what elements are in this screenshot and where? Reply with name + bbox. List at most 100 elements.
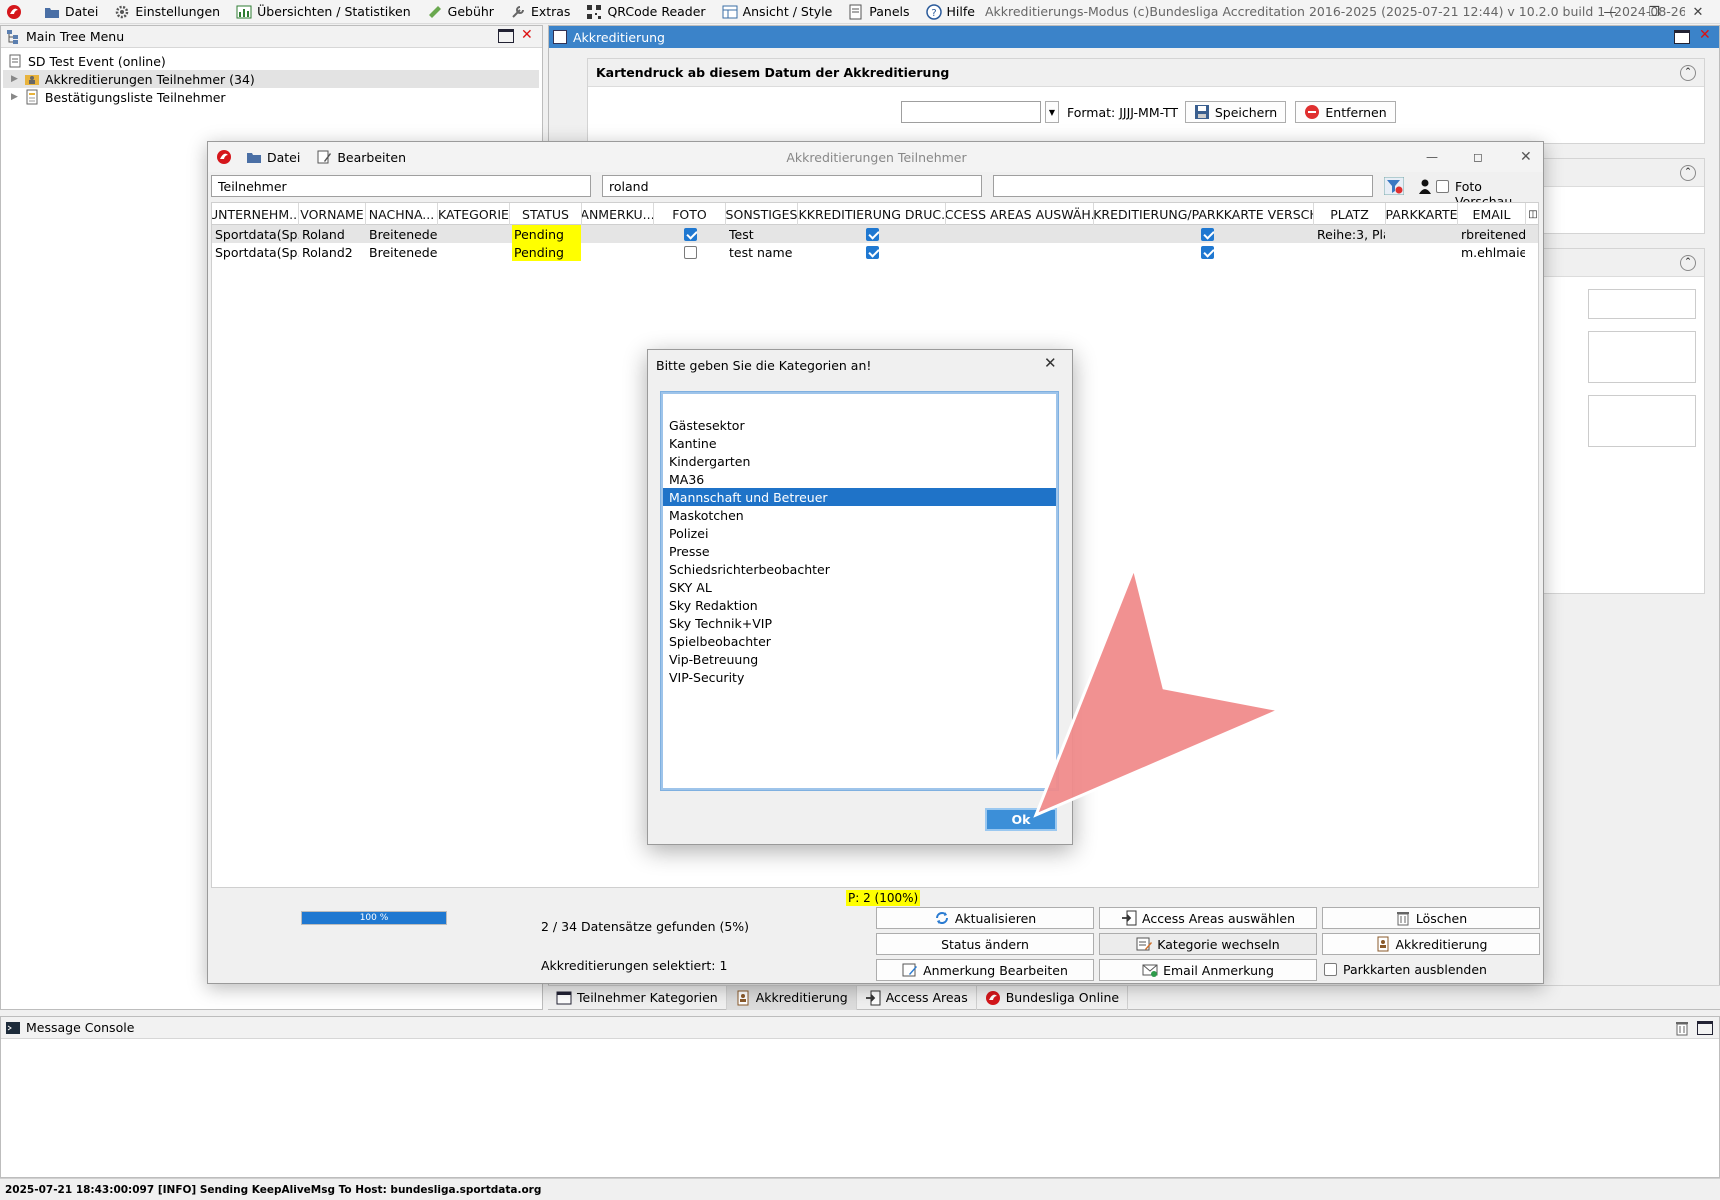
refresh-button[interactable]: Aktualisieren — [876, 907, 1094, 929]
save-button[interactable]: Speichern — [1185, 101, 1287, 123]
menu-uebersichten[interactable]: Übersichten / Statistiken — [228, 0, 419, 24]
category-list-item[interactable]: Gästesektor — [663, 416, 1056, 434]
filter-field-2[interactable]: roland — [602, 175, 982, 197]
collapse-icon[interactable]: ⌃ — [1680, 64, 1696, 81]
category-list-item[interactable]: MA36 — [663, 470, 1056, 488]
tab-akkreditierung[interactable]: Akkreditierung — [726, 985, 857, 1010]
category-list-item[interactable]: SKY AL — [663, 578, 1056, 596]
hide-parking-toggle[interactable]: Parkkarten ausblenden — [1324, 962, 1487, 977]
menu-qrcode[interactable]: QRCode Reader — [578, 0, 713, 24]
tab-teilnehmer-kategorien[interactable]: Teilnehmer Kategorien — [548, 985, 727, 1010]
column-chooser-icon[interactable]: ◫ — [1526, 203, 1540, 225]
accreditation-button[interactable]: Akkreditierung — [1322, 933, 1540, 955]
panels-icon — [848, 4, 864, 20]
participants-menu-bearbeiten[interactable]: Bearbeiten — [316, 149, 406, 165]
hide-parking-checkbox[interactable] — [1324, 963, 1337, 976]
trash-icon[interactable] — [1675, 1020, 1689, 1039]
category-list-item[interactable]: Sky Redaktion — [663, 596, 1056, 614]
maximize-icon[interactable] — [498, 29, 514, 43]
close-icon[interactable]: ✕ — [1699, 27, 1711, 43]
category-list-item[interactable]: Sky Technik+VIP — [663, 614, 1056, 632]
filter-field-3[interactable] — [993, 175, 1373, 197]
menu-gebuehr[interactable]: Gebühr — [419, 0, 502, 24]
col-akkreditierung-druck[interactable]: AKKREDITIERUNG DRUC... — [798, 203, 946, 225]
gear-icon — [114, 4, 130, 20]
col-foto[interactable]: FOTO — [654, 203, 726, 225]
col-status[interactable]: STATUS — [510, 203, 582, 225]
category-list-item[interactable] — [663, 398, 1056, 416]
category-list-item[interactable]: VIP-Security — [663, 668, 1056, 686]
close-icon[interactable]: ✕ — [1676, 0, 1720, 24]
dialog-close-icon[interactable]: ✕ — [1044, 354, 1057, 372]
tree-root[interactable]: SD Test Event (online) — [1, 52, 542, 70]
collapse-icon[interactable]: ⌃ — [1680, 254, 1696, 271]
col-versch[interactable]: AKKREDITIERUNG/PARKKARTE VERSCH... — [1094, 203, 1314, 225]
delete-button[interactable]: Löschen — [1322, 907, 1540, 929]
close-icon[interactable]: ✕ — [1520, 149, 1532, 165]
photo-checkbox[interactable] — [684, 245, 697, 259]
minimize-icon[interactable]: — — [1588, 0, 1632, 24]
minimize-icon[interactable]: — — [1426, 150, 1438, 164]
remove-button[interactable]: Entfernen — [1295, 101, 1397, 123]
print-checkbox[interactable] — [866, 245, 879, 259]
access-areas-button[interactable]: Access Areas auswählen — [1099, 907, 1317, 929]
date-dropdown-icon[interactable]: ▼ — [1045, 101, 1059, 123]
expand-arrow-icon[interactable]: ▶ — [11, 92, 18, 102]
print-checkbox[interactable] — [866, 227, 879, 241]
edit-note-button[interactable]: Anmerkung Bearbeiten — [876, 959, 1094, 981]
collapse-icon[interactable]: ⌃ — [1680, 164, 1696, 181]
table-row[interactable]: Sportdata(Sp... Roland2 Breitenede... Pe… — [212, 243, 1538, 261]
tab-bundesliga-online[interactable]: Bundesliga Online — [977, 985, 1129, 1010]
menu-bar: Datei Einstellungen Übersichten / Statis… — [0, 0, 1720, 24]
col-access-areas[interactable]: ACCESS AREAS AUSWÄH... — [946, 203, 1094, 225]
col-parkkarte[interactable]: PARKKARTE — [1386, 203, 1458, 225]
tree-item-akkreditierungen[interactable]: ▶ Akkreditierungen Teilnehmer (34) — [3, 70, 539, 88]
photo-checkbox[interactable] — [684, 227, 697, 241]
category-list-item[interactable]: Vip-Betreuung — [663, 650, 1056, 668]
menu-extras[interactable]: Extras — [502, 0, 579, 24]
filter-clear-icon[interactable] — [1383, 176, 1405, 198]
participants-menu-datei[interactable]: Datei — [246, 149, 300, 165]
category-list-item[interactable]: Mannschaft und Betreuer — [663, 488, 1056, 506]
col-nachname[interactable]: NACHNA... — [366, 203, 438, 225]
kartendruck-section: Kartendruck ab diesem Datum der Akkredit… — [587, 58, 1705, 144]
status-change-button[interactable]: Status ändern — [876, 933, 1094, 955]
col-email[interactable]: EMAIL — [1458, 203, 1526, 225]
table-row[interactable]: Sportdata(Sp... Roland Breiteneder Pendi… — [212, 225, 1538, 243]
date-input[interactable] — [901, 101, 1041, 123]
restore-icon[interactable]: ◻ — [1473, 150, 1483, 164]
col-kategorie[interactable]: KATEGORIE — [438, 203, 510, 225]
menu-ansicht[interactable]: Ansicht / Style — [714, 0, 841, 24]
category-list-item[interactable]: Spielbeobachter — [663, 632, 1056, 650]
category-list[interactable]: Gästesektor Kantine Kindergarten MA36 Mannsc… — [660, 391, 1059, 791]
maximize-icon[interactable] — [1674, 30, 1690, 44]
expand-arrow-icon[interactable]: ▶ — [11, 74, 18, 84]
tree-item-bestaetigungsliste[interactable]: ▶ Bestätigungsliste Teilnehmer — [1, 88, 542, 106]
category-list-item[interactable]: Kantine — [663, 434, 1056, 452]
email-note-button[interactable]: Email Anmerkung — [1099, 959, 1317, 981]
category-list-item[interactable]: Polizei — [663, 524, 1056, 542]
tab-access-areas[interactable]: Access Areas — [857, 985, 977, 1010]
col-anmerkung[interactable]: ANMERKU... — [582, 203, 654, 225]
sent-checkbox[interactable] — [1201, 227, 1214, 241]
message-console: Message Console — [0, 1016, 1720, 1178]
category-list-item[interactable]: Kindergarten — [663, 452, 1056, 470]
col-vorname[interactable]: VORNAME — [299, 203, 366, 225]
menu-hilfe[interactable]: ? Hilfe — [918, 0, 983, 24]
col-platz[interactable]: PLATZ — [1314, 203, 1386, 225]
category-list-item[interactable]: Presse — [663, 542, 1056, 560]
sent-checkbox[interactable] — [1201, 245, 1214, 259]
category-change-button[interactable]: Kategorie wechseln — [1099, 933, 1317, 955]
menu-einstellungen[interactable]: Einstellungen — [106, 0, 228, 24]
restore-icon[interactable]: ❐ — [1632, 0, 1676, 24]
maximize-icon[interactable] — [1697, 1021, 1713, 1035]
filter-field-1[interactable]: Teilnehmer — [211, 175, 591, 197]
menu-panels[interactable]: Panels — [840, 0, 917, 24]
close-icon[interactable]: ✕ — [521, 27, 533, 43]
photo-preview-checkbox[interactable] — [1436, 180, 1449, 193]
menu-datei[interactable]: Datei — [36, 0, 106, 24]
col-unternehmen[interactable]: UNTERNEHM... — [212, 203, 299, 225]
col-sonstiges[interactable]: SONSTIGES — [726, 203, 798, 225]
category-list-item[interactable]: Schiedsrichterbeobachter — [663, 560, 1056, 578]
category-list-item[interactable]: Maskotchen — [663, 506, 1056, 524]
